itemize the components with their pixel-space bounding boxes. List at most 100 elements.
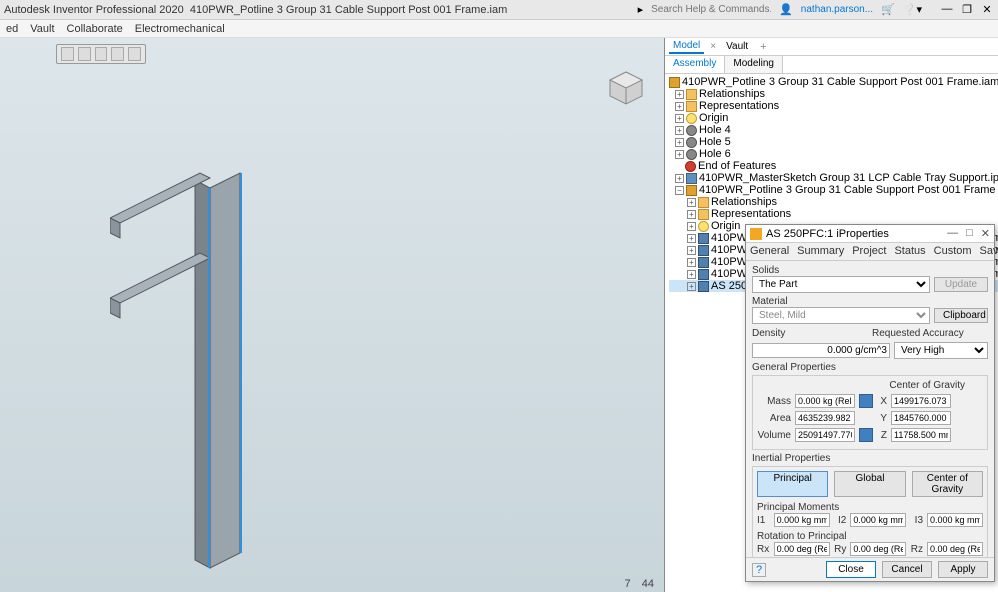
expand-icon[interactable]: + — [675, 102, 684, 111]
tab-model[interactable]: Model — [669, 39, 704, 54]
assembly-icon — [669, 77, 680, 88]
toolbar-icon[interactable] — [95, 47, 108, 61]
tab-add-icon[interactable]: + — [760, 41, 766, 53]
material-select[interactable]: Steel, Mild — [752, 307, 930, 324]
expand-icon[interactable]: + — [675, 90, 684, 99]
rz-input[interactable] — [927, 542, 983, 556]
tab-modeling[interactable]: Modeling — [725, 56, 783, 73]
tab-assembly[interactable]: Assembly — [665, 56, 725, 73]
density-input[interactable] — [752, 343, 890, 358]
dialog-help-icon[interactable]: ? — [752, 563, 766, 577]
expand-icon[interactable]: + — [687, 246, 696, 255]
cog-button[interactable]: Center of Gravity — [912, 471, 983, 497]
accuracy-select[interactable]: Very High — [894, 342, 988, 359]
dialog-minimize-button[interactable]: — — [947, 227, 958, 240]
expand-icon[interactable]: + — [687, 222, 696, 231]
expand-icon[interactable]: + — [687, 258, 696, 267]
help-icon[interactable]: ❔▾ — [903, 3, 922, 16]
tab-close-icon[interactable]: × — [710, 41, 716, 52]
toolbar-icon[interactable] — [128, 47, 141, 61]
toolbar-icon[interactable] — [78, 47, 91, 61]
tree-row: +Hole 5 — [669, 136, 998, 148]
cancel-button[interactable]: Cancel — [882, 561, 932, 578]
menu-item[interactable]: Vault — [30, 23, 54, 35]
menu-item[interactable]: ed — [6, 23, 18, 35]
tab-summary[interactable]: Summary — [793, 243, 848, 260]
area-input[interactable] — [795, 411, 855, 425]
mass-input[interactable] — [795, 394, 855, 408]
hole-icon — [686, 149, 697, 160]
volume-label: Volume — [757, 430, 791, 441]
restore-button[interactable]: ❐ — [960, 3, 974, 16]
tab-status[interactable]: Status — [890, 243, 929, 260]
tab-project[interactable]: Project — [848, 243, 890, 260]
user-name[interactable]: nathan.parson... — [801, 4, 873, 15]
solids-select[interactable]: The Part — [752, 276, 930, 293]
principal-button[interactable]: Principal — [757, 471, 828, 497]
volume-input[interactable] — [795, 428, 855, 442]
expand-icon[interactable]: + — [675, 150, 684, 159]
tree-row: +Relationships — [669, 196, 998, 208]
mass-calculator-icon[interactable] — [859, 394, 873, 408]
folder-icon — [698, 197, 709, 208]
help-search-input[interactable] — [651, 2, 771, 18]
update-button[interactable]: Update — [934, 277, 988, 292]
solids-label: Solids — [752, 265, 779, 276]
expand-icon[interactable]: + — [687, 234, 696, 243]
minimize-button[interactable]: — — [940, 3, 954, 16]
expand-icon[interactable]: + — [675, 126, 684, 135]
expand-icon[interactable]: + — [687, 282, 696, 291]
user-icon[interactable]: 👤 — [779, 3, 793, 16]
expand-icon[interactable]: − — [675, 186, 684, 195]
viewport-toolbar — [56, 44, 146, 64]
search-chevron-icon[interactable]: ▸ — [638, 3, 644, 16]
tab-general[interactable]: General — [746, 243, 793, 260]
close-button[interactable]: ✕ — [980, 3, 994, 16]
apply-button[interactable]: Apply — [938, 561, 988, 578]
tree-row: +410PWR_MasterSketch Group 31 LCP Cable … — [669, 172, 998, 184]
viewcube[interactable] — [606, 68, 646, 108]
iproperties-dialog: AS 250PFC:1 iProperties — □ ✕ General Su… — [745, 224, 995, 582]
i1-input[interactable] — [774, 513, 830, 527]
z-input[interactable] — [891, 428, 951, 442]
tree-row: +Origin — [669, 112, 998, 124]
i3-input[interactable] — [927, 513, 983, 527]
cart-icon[interactable]: 🛒 — [881, 3, 895, 16]
toolbar-icon[interactable] — [61, 47, 74, 61]
beam-icon — [698, 281, 709, 292]
beam-icon — [698, 245, 709, 256]
ry-input[interactable] — [850, 542, 906, 556]
tree-row: End of Features — [669, 160, 998, 172]
folder-icon — [698, 209, 709, 220]
viewport-status: 7 44 — [625, 578, 655, 590]
beam-icon — [698, 233, 709, 244]
dialog-title-bar[interactable]: AS 250PFC:1 iProperties — □ ✕ — [746, 225, 994, 243]
volume-calculator-icon[interactable] — [859, 428, 873, 442]
expand-icon[interactable]: + — [675, 174, 684, 183]
tab-vault[interactable]: Vault — [722, 40, 752, 53]
rx-input[interactable] — [774, 542, 830, 556]
expand-icon[interactable]: + — [675, 138, 684, 147]
toolbar-icon[interactable] — [111, 47, 124, 61]
expand-icon[interactable]: + — [687, 198, 696, 207]
dialog-close-button[interactable]: ✕ — [981, 227, 990, 240]
beam-icon — [698, 269, 709, 280]
tree-root: 410PWR_Potline 3 Group 31 Cable Support … — [669, 76, 998, 88]
tree-row: +Hole 6 — [669, 148, 998, 160]
dialog-maximize-button[interactable]: □ — [966, 227, 973, 240]
viewport-3d[interactable]: 7 44 — [0, 38, 665, 592]
y-label: Y — [877, 413, 887, 424]
i2-input[interactable] — [850, 513, 906, 527]
x-input[interactable] — [891, 394, 951, 408]
expand-icon[interactable]: + — [675, 114, 684, 123]
menu-item[interactable]: Electromechanical — [135, 23, 225, 35]
y-input[interactable] — [891, 411, 951, 425]
tab-custom[interactable]: Custom — [930, 243, 976, 260]
tab-save[interactable]: Save — [976, 243, 998, 260]
menu-item[interactable]: Collaborate — [67, 23, 123, 35]
global-button[interactable]: Global — [834, 471, 905, 497]
close-button[interactable]: Close — [826, 561, 876, 578]
clipboard-button[interactable]: Clipboard — [934, 308, 988, 323]
expand-icon[interactable]: + — [687, 210, 696, 219]
expand-icon[interactable]: + — [687, 270, 696, 279]
